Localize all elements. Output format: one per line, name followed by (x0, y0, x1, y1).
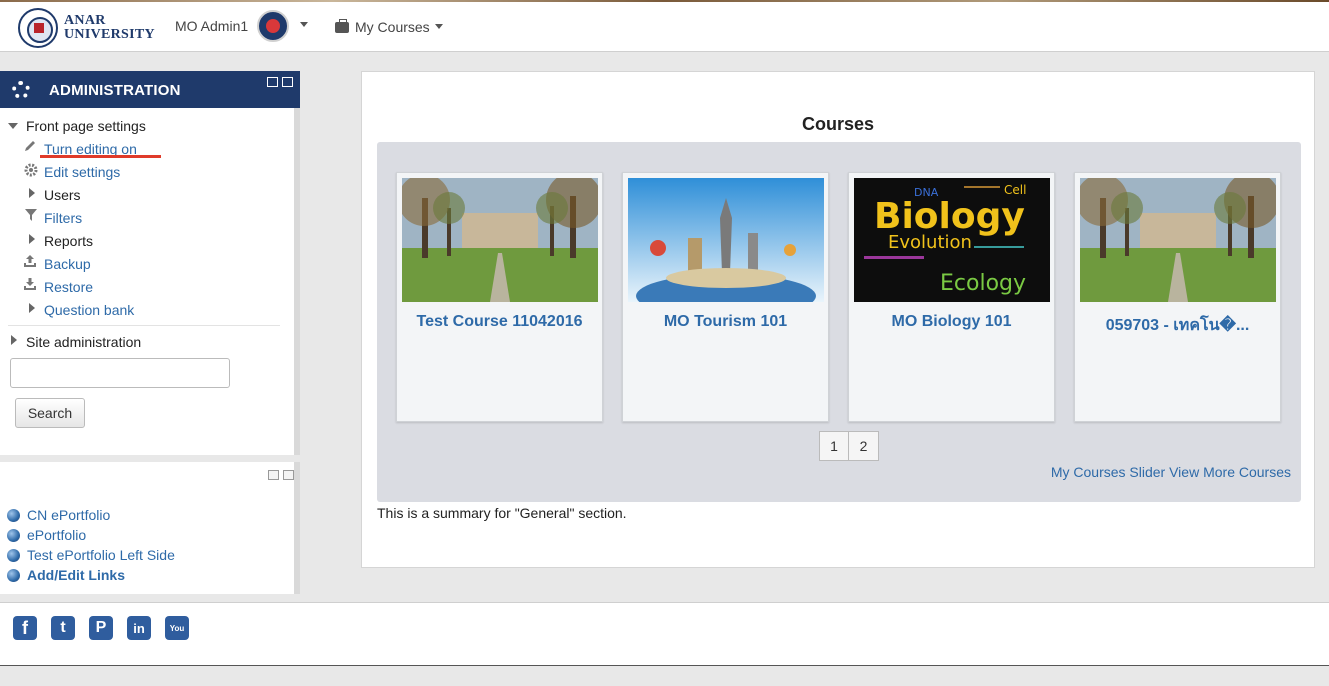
course-image-campus[interactable] (1080, 178, 1276, 302)
youtube-icon[interactable]: You (165, 616, 189, 640)
tree-site-administration[interactable]: Site administration (26, 334, 141, 350)
filters-link[interactable]: Filters (44, 210, 82, 226)
admin-search-input[interactable] (10, 358, 230, 388)
expanded-arrow-icon[interactable] (8, 123, 18, 129)
cell-word: Cell (1004, 183, 1026, 197)
link-test-eportfolio-left-side[interactable]: Test ePortfolio Left Side (27, 547, 175, 563)
course-card[interactable]: MO Tourism 101 (622, 172, 829, 422)
course-title[interactable]: 059703 - เทคโน�... (1075, 313, 1280, 338)
question-bank-link[interactable]: Question bank (44, 302, 134, 318)
globe-icon (7, 569, 20, 582)
globe-icon (7, 549, 20, 562)
dna-word: DNA (914, 186, 939, 199)
courses-heading: Courses (801, 114, 875, 134)
divider (8, 325, 280, 326)
top-navbar: ANAR UNIVERSITY MO Admin1 My Courses (0, 0, 1329, 52)
administration-header: ADMINISTRATION (0, 71, 300, 108)
dock-block-icon[interactable] (267, 77, 278, 87)
user-menu-name[interactable]: MO Admin1 (175, 18, 248, 34)
administration-title: ADMINISTRATION (49, 82, 181, 99)
my-courses-label: My Courses (355, 19, 430, 35)
pinterest-icon[interactable]: P (89, 616, 113, 640)
collapsed-arrow-icon[interactable] (29, 188, 35, 198)
footer: f t P in You (0, 602, 1329, 666)
course-card[interactable]: Test Course 11042016 (396, 172, 603, 422)
course-title[interactable]: Test Course 11042016 (397, 313, 602, 331)
university-seal-icon (18, 8, 58, 48)
dock-block-icon[interactable] (268, 470, 279, 480)
header-photo-strip (0, 0, 1329, 2)
course-slider: Test Course 11042016 MO Tourism 101 Biol… (377, 142, 1301, 502)
course-image-biology[interactable]: Biology Evolution Ecology DNA Cell (854, 178, 1050, 302)
globe-icon (7, 529, 20, 542)
course-card[interactable]: Biology Evolution Ecology DNA Cell MO Bi… (848, 172, 1055, 422)
user-menu-chevron-down-icon[interactable] (300, 22, 308, 27)
view-more-courses-link[interactable]: My Courses Slider View More Courses (1051, 464, 1291, 480)
upload-icon (24, 255, 36, 267)
highlight-underline (40, 155, 161, 158)
course-card[interactable]: 059703 - เทคโน�... (1074, 172, 1281, 422)
restore-link[interactable]: Restore (44, 279, 93, 295)
collapse-block-icon[interactable] (282, 77, 293, 87)
university-logo[interactable]: ANAR UNIVERSITY (18, 8, 155, 48)
edit-settings-link[interactable]: Edit settings (44, 164, 120, 180)
link-eportfolio[interactable]: ePortfolio (27, 527, 86, 543)
ecology-word: Ecology (940, 271, 1026, 296)
collapsed-arrow-icon[interactable] (29, 234, 35, 244)
course-title[interactable]: MO Tourism 101 (623, 313, 828, 331)
linkedin-icon[interactable]: in (127, 616, 151, 640)
tree-users[interactable]: Users (44, 187, 81, 203)
search-button[interactable]: Search (15, 398, 85, 428)
gear-icon (24, 163, 38, 177)
facebook-icon[interactable]: f (13, 616, 37, 640)
collapsed-arrow-icon[interactable] (11, 335, 17, 345)
page-2-button[interactable]: 2 (849, 431, 879, 461)
link-cn-eportfolio[interactable]: CN ePortfolio (27, 507, 110, 523)
tree-front-page-settings[interactable]: Front page settings (26, 118, 146, 134)
my-courses-menu[interactable]: My Courses (335, 18, 443, 35)
gears-icon (12, 81, 30, 99)
pencil-icon (25, 141, 35, 151)
globe-icon (7, 509, 20, 522)
twitter-icon[interactable]: t (51, 616, 75, 640)
course-title[interactable]: MO Biology 101 (849, 313, 1054, 331)
main-content: Courses Test Course 11042016 MO Tourism … (361, 71, 1315, 568)
course-image-campus[interactable] (402, 178, 598, 302)
section-summary: This is a summary for "General" section. (377, 505, 627, 521)
tree-reports[interactable]: Reports (44, 233, 93, 249)
add-edit-links[interactable]: Add/Edit Links (27, 567, 125, 583)
avatar[interactable] (257, 10, 289, 42)
logo-line2: UNIVERSITY (64, 27, 155, 42)
logo-text: ANAR UNIVERSITY (64, 14, 155, 42)
administration-block: ADMINISTRATION Front page settings Turn … (0, 71, 300, 455)
logo-line1: ANAR (64, 13, 106, 28)
page-1-button[interactable]: 1 (819, 431, 849, 461)
filter-icon (25, 209, 37, 221)
pagination: 1 2 (819, 431, 879, 461)
links-block: CN ePortfolio ePortfolio Test ePortfolio… (0, 462, 300, 594)
download-icon (24, 278, 36, 290)
collapse-block-icon[interactable] (283, 470, 294, 480)
course-image-tourism[interactable] (628, 178, 824, 302)
backup-link[interactable]: Backup (44, 256, 91, 272)
evolution-word: Evolution (888, 232, 972, 253)
briefcase-icon (335, 18, 349, 33)
my-courses-chevron-down-icon (434, 23, 443, 29)
biology-word: Biology (874, 196, 1025, 237)
collapsed-arrow-icon[interactable] (29, 303, 35, 313)
